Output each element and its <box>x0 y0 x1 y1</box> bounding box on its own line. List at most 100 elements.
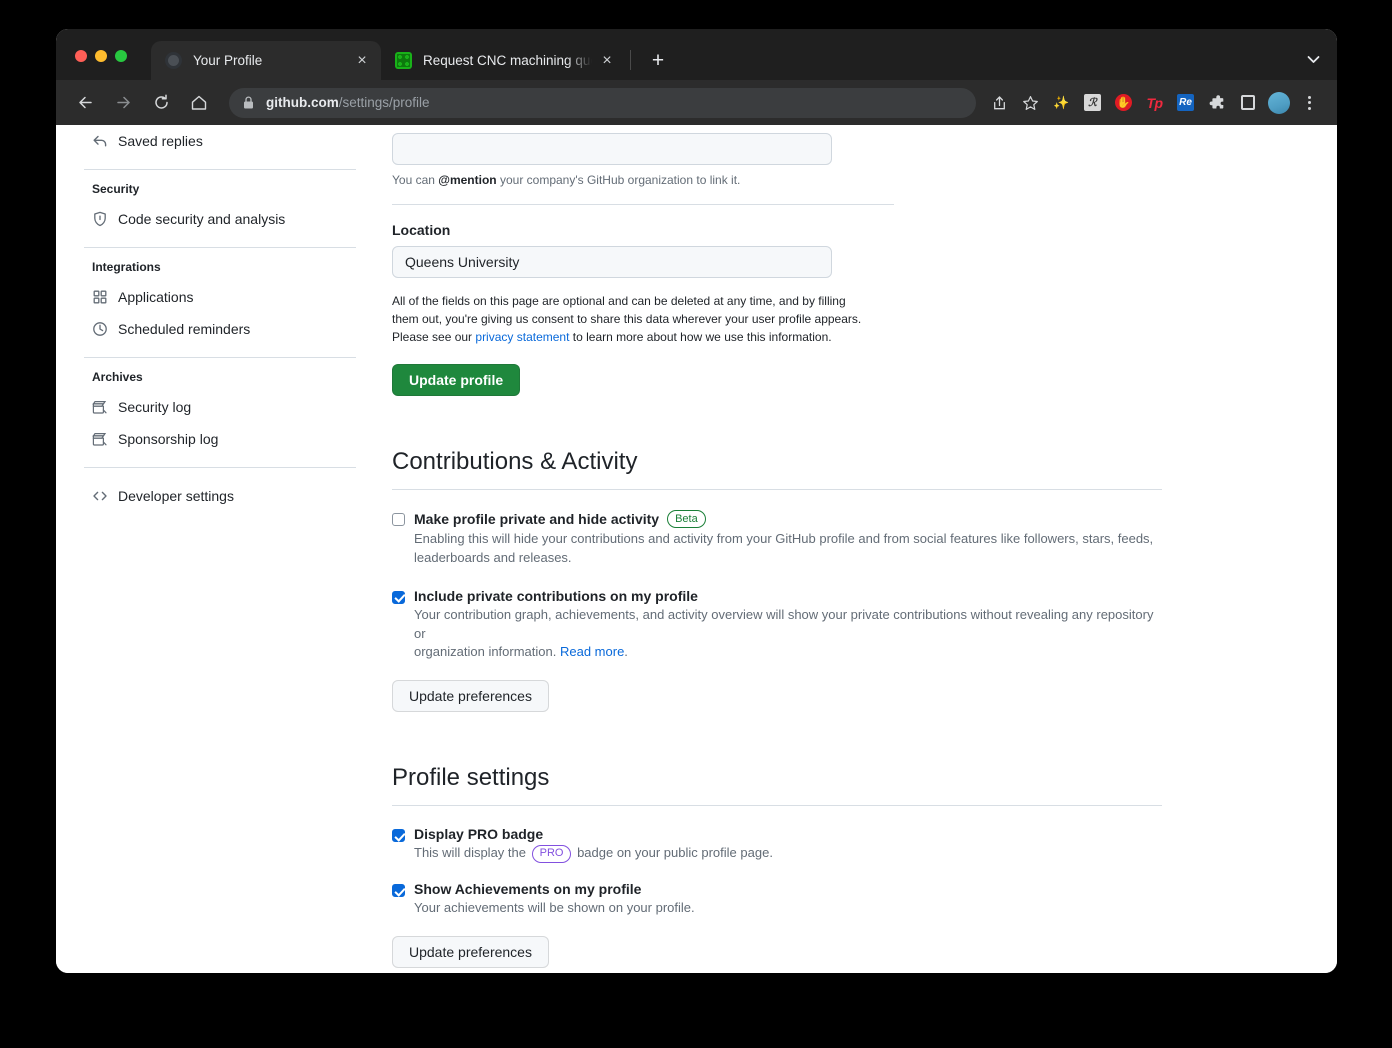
tab-title: Request CNC machining quote <box>423 53 592 68</box>
extension-sparkle-icon[interactable]: ✨ <box>1046 88 1077 118</box>
chevron-down-icon[interactable] <box>1307 55 1320 67</box>
extension-grammar-icon[interactable]: ℛ <box>1077 88 1108 118</box>
beta-badge: Beta <box>667 510 706 528</box>
show-achievements-description: Your achievements will be shown on your … <box>414 900 695 916</box>
company-help-prefix: You can <box>392 173 439 187</box>
include-private-contributions-description: Your contribution graph, achievements, a… <box>414 606 1166 663</box>
sidebar-item-label: Developer settings <box>118 488 234 504</box>
make-profile-private-row[interactable]: Make profile private and hide activity B… <box>392 510 1162 528</box>
update-profile-button[interactable]: Update profile <box>392 364 521 396</box>
back-button[interactable] <box>70 88 100 118</box>
section-divider <box>392 805 1162 807</box>
new-tab-button[interactable]: + <box>645 50 671 71</box>
chrome-menu-icon[interactable] <box>1294 88 1325 118</box>
make-profile-private-checkbox[interactable] <box>392 513 405 526</box>
extension-toolpath-icon[interactable]: Tp <box>1139 88 1170 118</box>
reload-button[interactable] <box>146 88 176 118</box>
profile-avatar[interactable] <box>1263 88 1294 118</box>
read-more-link[interactable]: Read more <box>560 644 624 659</box>
forward-button[interactable] <box>108 88 138 118</box>
consent-line-3-post: to learn more about how we use this info… <box>569 330 832 344</box>
sidebar-item-security-log[interactable]: Security log <box>84 391 364 423</box>
desc-line-2: leaderboards and releases. <box>414 549 572 565</box>
lock-icon <box>243 96 254 109</box>
location-label: Location <box>392 222 451 238</box>
include-private-contributions-checkbox[interactable] <box>392 590 405 604</box>
toolbar-actions: ✨ ℛ ✋ Tp Re <box>984 88 1325 118</box>
sidebar-item-applications[interactable]: Applications <box>84 281 364 313</box>
profile-settings-section-title: Profile settings <box>392 764 550 792</box>
section-divider <box>392 489 1162 490</box>
maximize-window-button[interactable] <box>115 50 127 62</box>
extension-readme-icon[interactable]: Re <box>1170 88 1201 118</box>
reply-arrow-icon <box>92 133 108 149</box>
settings-main: You can @mention your company's GitHub o… <box>392 125 1162 968</box>
contributions-section-title: Contributions & Activity <box>392 448 638 475</box>
sidebar-heading-archives: Archives <box>92 370 143 384</box>
sidebar-divider <box>84 357 356 358</box>
update-preferences-button-profile-settings[interactable]: Update preferences <box>392 935 549 968</box>
minimize-window-button[interactable] <box>95 50 107 62</box>
display-pro-badge-checkbox[interactable] <box>392 829 405 843</box>
code-brackets-icon <box>92 488 108 504</box>
show-achievements-label: Show Achievements on my profile <box>414 881 642 898</box>
url-path: /settings/profile <box>338 95 430 110</box>
tab-list: Your Profile × Request CNC machining quo… <box>151 29 671 80</box>
clock-icon <box>92 321 108 337</box>
checkbox-text: Make profile private and hide activity <box>414 511 660 527</box>
side-panel-icon[interactable] <box>1232 88 1263 118</box>
address-bar-url: github.com/settings/profile <box>266 95 430 110</box>
sidebar-item-saved-replies[interactable]: Saved replies <box>84 125 364 157</box>
pro-badge: PRO <box>531 844 572 863</box>
tab-separator <box>630 50 631 70</box>
sidebar-item-code-security-and-analysis[interactable]: Code security and analysis <box>84 203 364 235</box>
include-private-contributions-row[interactable]: Include private contributions on my prof… <box>392 588 1162 604</box>
log-icon <box>92 431 108 447</box>
privacy-statement-link[interactable]: privacy statement <box>475 330 569 344</box>
include-private-contributions-label: Include private contributions on my prof… <box>414 587 698 604</box>
close-icon[interactable]: × <box>598 52 616 69</box>
sidebar-item-label: Saved replies <box>118 133 203 149</box>
log-icon <box>92 399 108 415</box>
extensions-puzzle-icon[interactable] <box>1201 88 1232 118</box>
sidebar-item-sponsorship-log[interactable]: Sponsorship log <box>84 423 364 455</box>
cnc-green-icon <box>395 52 412 69</box>
settings-sidebar: Saved replies Security Code security and… <box>84 125 364 512</box>
tab-request-cnc-machining-quote[interactable]: Request CNC machining quote × <box>381 41 626 80</box>
sidebar-divider <box>84 467 356 468</box>
sidebar-item-label: Security log <box>118 399 192 415</box>
desc-pre: This will display the <box>414 845 530 861</box>
sidebar-heading-security: Security <box>92 182 140 196</box>
bookmark-star-icon[interactable] <box>1015 88 1046 118</box>
company-input[interactable] <box>392 133 832 165</box>
sidebar-item-scheduled-reminders[interactable]: Scheduled reminders <box>84 313 364 345</box>
location-input[interactable]: Queens University <box>392 246 832 278</box>
page-content: Saved replies Security Code security and… <box>56 125 1337 973</box>
company-help-suffix: your company's GitHub organization to li… <box>496 173 741 187</box>
desc-post: badge on your public profile page. <box>573 845 773 861</box>
consent-text: All of the fields on this page are optio… <box>392 292 902 346</box>
show-achievements-row[interactable]: Show Achievements on my profile <box>392 881 1162 898</box>
tab-your-profile[interactable]: Your Profile × <box>151 41 381 80</box>
company-help-text: You can @mention your company's GitHub o… <box>392 173 1162 187</box>
sidebar-item-label: Scheduled reminders <box>118 321 251 337</box>
make-profile-private-label: Make profile private and hide activity B… <box>414 510 706 528</box>
display-pro-badge-label: Display PRO badge <box>414 826 544 843</box>
home-button[interactable] <box>184 88 214 118</box>
shield-check-icon <box>92 211 108 227</box>
display-pro-badge-row[interactable]: Display PRO badge <box>392 826 1162 843</box>
address-bar[interactable]: github.com/settings/profile <box>229 87 976 118</box>
sidebar-item-developer-settings[interactable]: Developer settings <box>84 480 364 512</box>
close-icon[interactable]: × <box>353 52 371 69</box>
share-icon[interactable] <box>984 88 1015 118</box>
update-preferences-button-contributions[interactable]: Update preferences <box>392 680 549 713</box>
extension-adblock-icon[interactable]: ✋ <box>1108 88 1139 118</box>
close-window-button[interactable] <box>75 50 87 62</box>
url-domain: github.com <box>266 95 339 110</box>
consent-line-1: All of the fields on this page are optio… <box>392 294 846 308</box>
window-traffic-lights <box>75 50 127 62</box>
desc-line-2-post: . <box>624 644 628 660</box>
browser-toolbar: github.com/settings/profile ✨ ℛ ✋ Tp Re <box>56 80 1337 125</box>
show-achievements-checkbox[interactable] <box>392 884 405 898</box>
sidebar-heading-integrations: Integrations <box>92 260 161 274</box>
